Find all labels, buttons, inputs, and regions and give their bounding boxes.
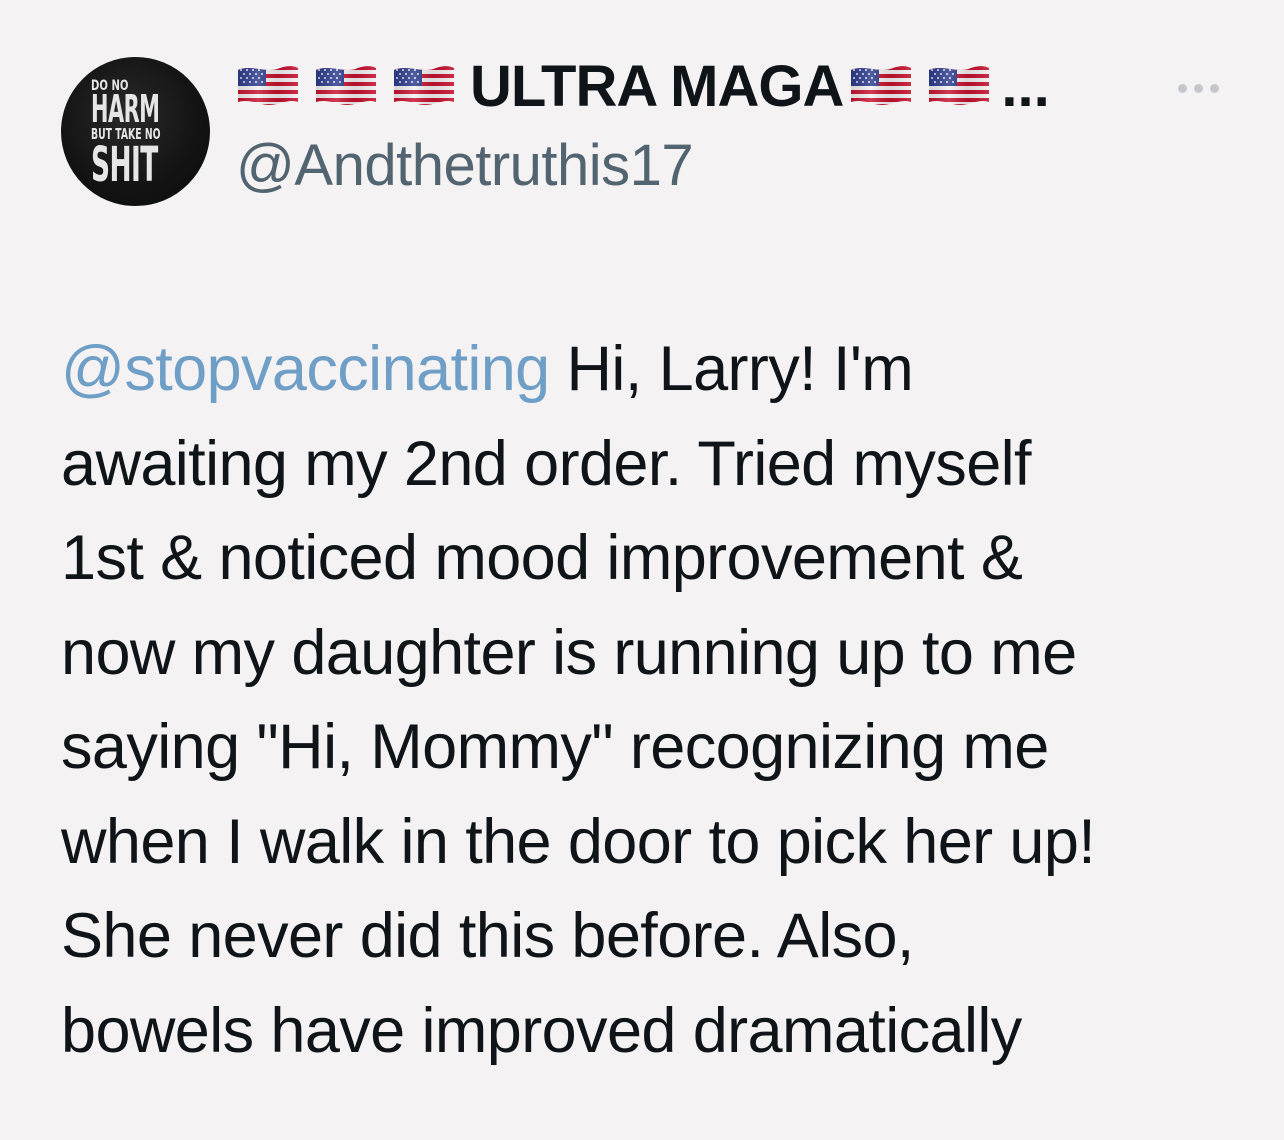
more-horizontal-icon (1177, 83, 1187, 93)
author-handle[interactable]: @Andthetruthis17 (236, 132, 694, 199)
more-horizontal-icon (1193, 83, 1203, 93)
tweet-text-line: now my daughter is running up to me (61, 617, 1077, 688)
more-options-button[interactable] (1168, 68, 1228, 108)
author-avatar[interactable]: DO NO HARM BUT TAKE NO SHIT (61, 57, 210, 206)
tweet-text-line: awaiting my 2nd order. Tried myself (61, 428, 1032, 499)
tweet-text-line: saying "Hi, Mommy" recognizing me (61, 712, 1049, 782)
us-flag-icon (849, 64, 913, 108)
tweet-text-segment: Hi, Larry! I'm (549, 334, 914, 404)
avatar-text-line: HARM (91, 87, 160, 131)
us-flag-icon (236, 64, 300, 108)
author-display-name-row[interactable]: ULTRA MAGA ... (236, 53, 1050, 119)
tweet-text-line: She never did this before. Also, (61, 901, 914, 971)
tweet-text-line: bowels have improved dramatically (61, 995, 1022, 1066)
tweet-card: DO NO HARM BUT TAKE NO SHIT ULTRA MAGA .… (0, 0, 1284, 1140)
author-display-name: ULTRA MAGA (470, 53, 844, 119)
tweet-text-line: @stopvaccinating Hi, Larry! I'm (61, 322, 1251, 417)
tweet-text-line: when I walk in the door to pick her up! (61, 806, 1096, 877)
avatar-text-line: SHIT (91, 137, 158, 193)
us-flag-icon (314, 64, 378, 108)
mention-link[interactable]: @stopvaccinating (61, 334, 550, 404)
name-truncation-ellipsis: ... (1001, 53, 1050, 119)
us-flag-icon (927, 64, 991, 108)
us-flag-icon (392, 64, 456, 108)
tweet-text-line: 1st & noticed mood improvement & (61, 523, 1023, 593)
more-horizontal-icon (1209, 83, 1219, 93)
tweet-text: @stopvaccinating Hi, Larry! I'm awaiting… (61, 322, 1251, 1078)
